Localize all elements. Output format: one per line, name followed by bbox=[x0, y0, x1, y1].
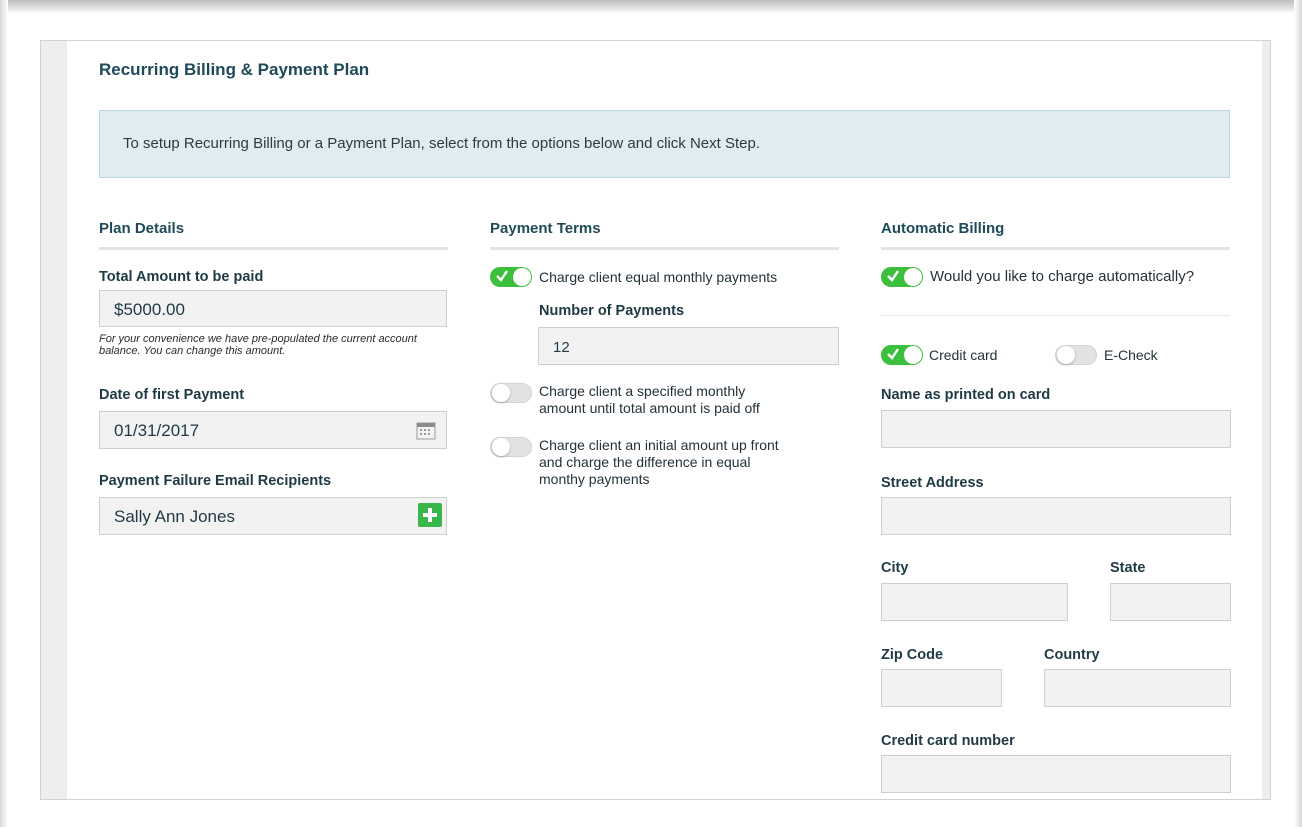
check-icon bbox=[887, 270, 899, 282]
recipients-label: Payment Failure Email Recipients bbox=[99, 473, 332, 489]
initial-amount-toggle[interactable] bbox=[490, 437, 532, 457]
divider bbox=[99, 247, 448, 250]
recipients-field[interactable]: Sally Ann Jones bbox=[99, 497, 447, 535]
recipients-value: Sally Ann Jones bbox=[114, 507, 235, 526]
add-recipient-button[interactable] bbox=[418, 503, 442, 527]
equal-payments-label: Charge client equal monthly payments bbox=[539, 269, 778, 285]
total-amount-field[interactable]: $5000.00 bbox=[99, 290, 447, 327]
total-amount-label: Total Amount to be paid bbox=[99, 269, 264, 285]
check-icon bbox=[496, 270, 508, 282]
date-label: Date of first Payment bbox=[99, 387, 245, 403]
num-payments-value: 12 bbox=[553, 339, 570, 356]
credit-card-label: Credit card bbox=[929, 347, 998, 363]
info-banner: To setup Recurring Billing or a Payment … bbox=[99, 110, 1230, 178]
credit-card-toggle[interactable] bbox=[881, 345, 923, 365]
calendar-icon[interactable] bbox=[416, 420, 436, 440]
echeck-toggle[interactable] bbox=[1055, 345, 1097, 365]
specified-monthly-label: Charge client a specified monthly amount… bbox=[539, 383, 760, 416]
divider bbox=[881, 315, 1230, 316]
specified-monthly-toggle[interactable] bbox=[490, 383, 532, 403]
plan-details-heading: Plan Details bbox=[99, 220, 185, 237]
date-field[interactable]: 01/31/2017 bbox=[99, 411, 447, 449]
auto-charge-label: Would you like to charge automatically? bbox=[930, 268, 1195, 285]
zip-code-label: Zip Code bbox=[881, 647, 944, 663]
initial-amount-label: Charge client an initial amount up front… bbox=[539, 437, 779, 487]
street-address-field[interactable] bbox=[881, 497, 1231, 535]
cc-number-label: Credit card number bbox=[881, 733, 1015, 749]
state-field[interactable] bbox=[1110, 583, 1231, 621]
auto-charge-toggle[interactable] bbox=[881, 267, 923, 287]
num-payments-label: Number of Payments bbox=[539, 303, 685, 319]
equal-payments-toggle[interactable] bbox=[490, 267, 532, 287]
divider bbox=[490, 247, 839, 250]
street-address-label: Street Address bbox=[881, 475, 984, 491]
date-value: 01/31/2017 bbox=[114, 421, 200, 440]
cc-number-field[interactable] bbox=[881, 755, 1231, 793]
check-icon bbox=[887, 348, 899, 360]
name-on-card-field[interactable] bbox=[881, 410, 1231, 448]
country-label: Country bbox=[1044, 647, 1100, 663]
num-payments-field[interactable]: 12 bbox=[538, 327, 839, 365]
automatic-billing-heading: Automatic Billing bbox=[881, 220, 1005, 237]
name-on-card-label: Name as printed on card bbox=[881, 387, 1051, 403]
page-title: Recurring Billing & Payment Plan bbox=[99, 60, 370, 79]
total-amount-value: $5000.00 bbox=[114, 300, 185, 319]
city-label: City bbox=[881, 560, 909, 576]
divider bbox=[881, 247, 1230, 250]
info-text: To setup Recurring Billing or a Payment … bbox=[123, 135, 760, 152]
country-field[interactable] bbox=[1044, 669, 1231, 707]
city-field[interactable] bbox=[881, 583, 1068, 621]
payment-terms-heading: Payment Terms bbox=[490, 220, 601, 237]
zip-code-field[interactable] bbox=[881, 669, 1002, 707]
total-amount-note: For your convenience we have pre-populat… bbox=[99, 333, 417, 357]
echeck-label: E-Check bbox=[1104, 347, 1158, 363]
state-label: State bbox=[1110, 560, 1146, 576]
